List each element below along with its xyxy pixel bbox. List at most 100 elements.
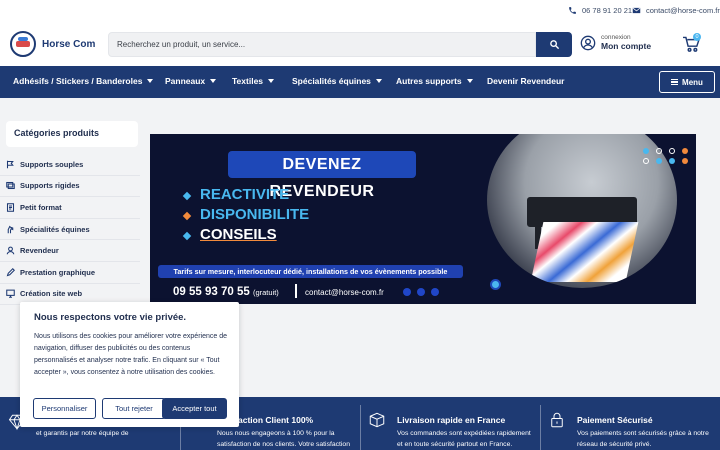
banner-separator (295, 284, 297, 298)
pattern-dot (643, 148, 649, 154)
cookie-reject-button[interactable]: Tout rejeter (102, 398, 166, 419)
feature-text: Nous nous engageons à 100 % pour la satis… (217, 430, 350, 448)
feature-text: et garantis par notre équipe de (36, 430, 129, 437)
nav-item-specialites[interactable]: Spécialités équines (292, 76, 382, 86)
banner-headline: DEVENEZ REVENDEUR (228, 151, 416, 200)
lock-icon (551, 412, 563, 428)
category-revendeur[interactable]: Revendeur (0, 240, 140, 262)
banner-phone-number: 09 55 93 70 55 (173, 286, 250, 298)
feature-delivery: Livraison rapide en France Vos commandes… (361, 397, 540, 450)
nav-label: Adhésifs / Stickers / Banderoles (13, 76, 143, 86)
category-label: Création site web (20, 289, 83, 299)
categories-title: Catégories produits (6, 121, 138, 147)
nav-item-revendeur[interactable]: Devenir Revendeur (487, 76, 564, 86)
sparkle-icon (182, 211, 192, 221)
account-small-label: connexion (601, 34, 631, 41)
main-nav: Adhésifs / Stickers / Banderoles Panneau… (0, 66, 720, 98)
feature-payment: Paiement Sécurisé Vos paiements sont séc… (541, 397, 720, 450)
user-icon (6, 246, 15, 255)
box-icon (369, 412, 385, 428)
sparkle-icon (182, 191, 192, 201)
horse-icon (7, 225, 14, 233)
banner-accent-dot (490, 279, 501, 290)
nav-label: Textiles (232, 76, 264, 86)
topbar-email-text: contact@horse-com.fr (646, 6, 720, 15)
nav-label: Autres supports (396, 76, 462, 86)
panel-icon (6, 182, 15, 190)
category-label: Prestation graphique (20, 267, 96, 277)
search-bar (108, 32, 572, 57)
promo-banner[interactable]: DEVENEZ REVENDEUR REACTIVITE DISPONIBILI… (150, 134, 696, 304)
mail-icon (632, 7, 641, 14)
nav-item-textiles[interactable]: Textiles (232, 76, 275, 86)
category-label: Supports rigides (20, 181, 80, 191)
pattern-dot (682, 148, 688, 154)
feature-text: Vos paiements sont sécurisés grâce à not… (577, 430, 709, 448)
document-icon (6, 203, 15, 212)
pattern-dot (669, 148, 675, 154)
topbar-phone[interactable]: 06 78 91 20 21 (568, 6, 632, 15)
nav-label: Panneaux (165, 76, 206, 86)
brand-name: Horse Com (42, 38, 96, 50)
account-text: connexion Mon compte (601, 34, 651, 51)
menu-button[interactable]: Menu (659, 71, 715, 93)
caret-down-icon (147, 79, 154, 83)
brand-logo[interactable]: Horse Com (10, 31, 95, 57)
category-petit-format[interactable]: Petit format (0, 197, 140, 219)
sparkle-icon (182, 231, 192, 241)
banner-strip: Tarifs sur mesure, interlocuteur dédié, … (158, 265, 463, 278)
flag-icon (6, 160, 14, 169)
site-header: Horse Com connexion Mon compte 0 (0, 24, 720, 66)
cookie-consent-dialog: Nous respectons votre vie privée. Nous u… (20, 302, 239, 427)
search-input[interactable] (108, 32, 536, 57)
category-supports-rigides[interactable]: Supports rigides (0, 176, 140, 198)
feature-title: action Client 100% (238, 415, 314, 425)
pattern-dot (656, 148, 662, 154)
banner-keyword-disponibilite: DISPONIBILITE (200, 206, 310, 223)
category-prestation-graphique[interactable]: Prestation graphique (0, 262, 140, 284)
user-circle-icon (580, 35, 596, 50)
categories-list: Supports souples Supports rigides Petit … (0, 154, 140, 306)
pattern-dot (682, 158, 688, 164)
cart-count-badge: 0 (693, 33, 701, 41)
category-label: Petit format (20, 202, 62, 212)
category-label: Spécialités équines (20, 224, 90, 234)
printer-photo (487, 134, 677, 288)
search-icon (549, 40, 559, 50)
banner-keyword-reactivite: REACTIVITE (200, 186, 290, 203)
caret-down-icon (466, 79, 473, 83)
topbar-email[interactable]: contact@horse-com.fr (632, 6, 720, 15)
feature-title: Paiement Sécurisé (577, 415, 653, 425)
caret-down-icon (210, 79, 217, 83)
nav-item-adhesifs[interactable]: Adhésifs / Stickers / Banderoles (13, 76, 154, 86)
pen-icon (6, 267, 15, 277)
caret-down-icon (375, 79, 382, 83)
banner-phone-note: (gratuit) (252, 288, 279, 297)
banner-keyword-conseils: CONSEILS (200, 226, 277, 243)
cookie-customize-button[interactable]: Personnaliser (33, 398, 96, 419)
category-label: Supports souples (20, 159, 84, 169)
caret-down-icon (268, 79, 275, 83)
cookie-title: Nous respectons votre vie privée. (34, 312, 187, 323)
printed-paper-image (530, 222, 639, 282)
nav-label: Devenir Revendeur (487, 76, 565, 86)
nav-item-panneaux[interactable]: Panneaux (165, 76, 217, 86)
logo-mark-icon (10, 31, 36, 57)
category-specialites-equines[interactable]: Spécialités équines (0, 219, 140, 241)
pattern-dot (669, 158, 675, 164)
topbar-phone-text: 06 78 91 20 21 (582, 6, 633, 15)
phone-icon (569, 7, 576, 14)
banner-phone: 09 55 93 70 55 (gratuit) (173, 286, 279, 298)
category-supports-souples[interactable]: Supports souples (0, 154, 140, 176)
account-link[interactable]: connexion Mon compte (580, 34, 651, 51)
banner-dot (431, 288, 439, 296)
pattern-dot (656, 158, 662, 164)
search-button[interactable] (536, 32, 572, 57)
banner-dot (417, 288, 425, 296)
cookie-accept-button[interactable]: Accepter tout (162, 398, 227, 419)
banner-email: contact@horse-com.fr (305, 288, 384, 297)
monitor-icon (6, 289, 15, 299)
nav-label: Spécialités équines (292, 76, 371, 86)
top-contact-bar: 06 78 91 20 21 contact@horse-com.fr (0, 0, 720, 24)
nav-item-autres[interactable]: Autres supports (396, 76, 473, 86)
